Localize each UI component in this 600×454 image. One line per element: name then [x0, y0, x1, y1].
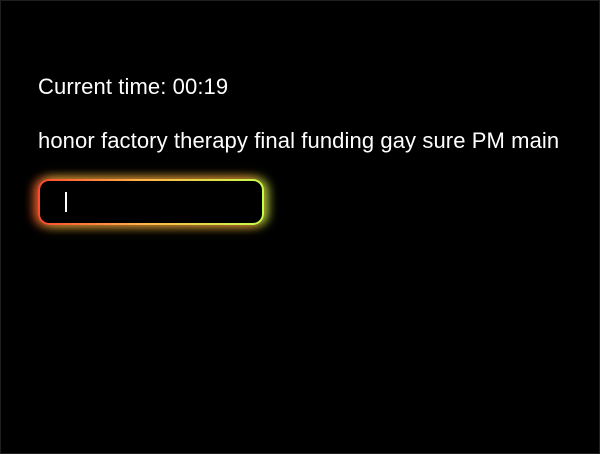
- typing-input[interactable]: [40, 181, 262, 223]
- text-caret: [65, 192, 67, 212]
- current-time-label: Current time: 00:19: [38, 74, 229, 99]
- typing-input-container: [38, 179, 264, 225]
- typing-prompt-text: honor factory therapy final funding gay …: [38, 128, 560, 153]
- app-viewport: Current time: 00:19 honor factory therap…: [0, 0, 600, 454]
